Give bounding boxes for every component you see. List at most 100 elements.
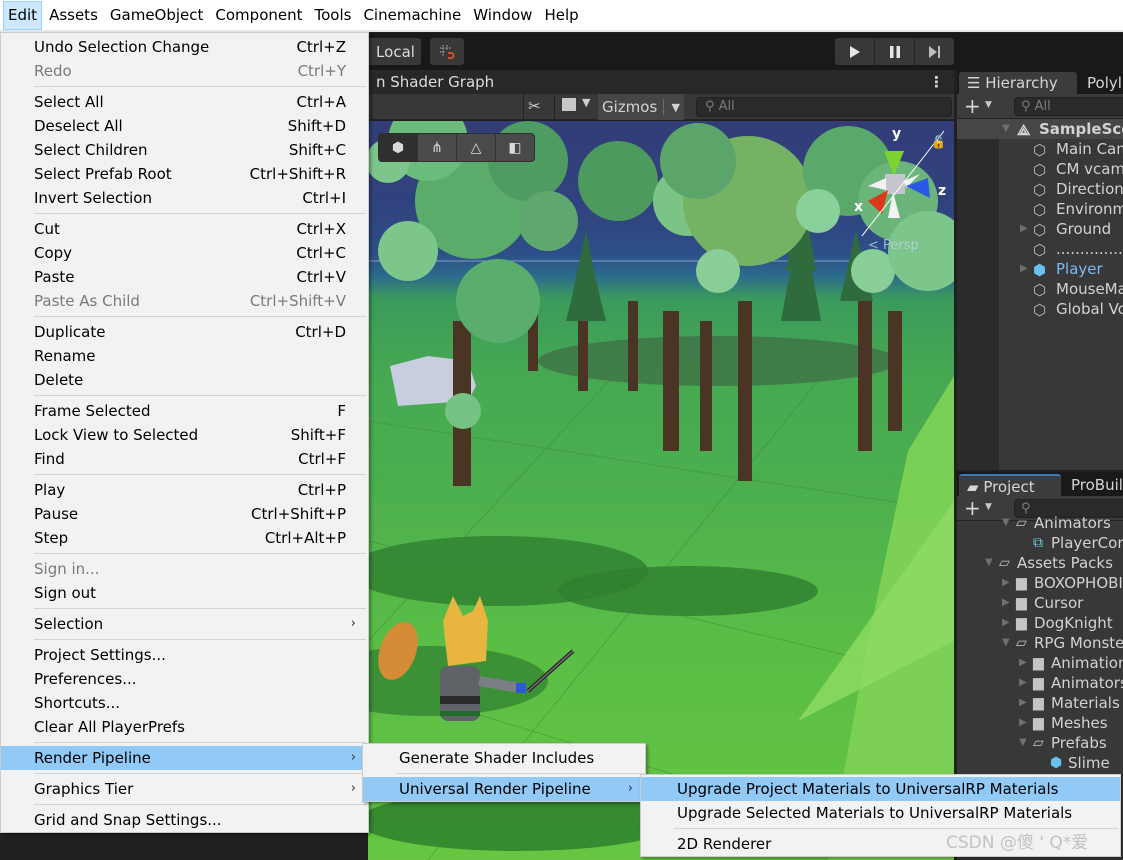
menu-item-copy[interactable]: Copy Ctrl+C — [1, 241, 368, 265]
pause-button[interactable] — [875, 38, 915, 65]
hierarchy-search-input[interactable]: ⚲ All — [1014, 97, 1123, 116]
menu-item-generate-shader-includes[interactable]: Generate Shader Includes — [363, 746, 645, 770]
projection-label[interactable]: < Persp — [868, 238, 919, 253]
expand-arrow-icon[interactable]: ▶ — [1002, 573, 1010, 593]
chevron-down-icon[interactable]: ▼ — [985, 100, 992, 110]
menu-item-lock-view-to-selected[interactable]: Lock View to Selected Shift+F — [1, 423, 368, 447]
menu-item-select-children[interactable]: Select Children Shift+C — [1, 138, 368, 162]
step-button[interactable] — [915, 38, 954, 65]
menu-assets[interactable]: Assets — [44, 1, 103, 30]
project-item[interactable]: ▶ ▆ Animators — [957, 673, 1123, 693]
expand-arrow-icon[interactable]: ▶ — [1002, 613, 1010, 633]
menu-item-duplicate[interactable]: Duplicate Ctrl+D — [1, 320, 368, 344]
tab-polybrush[interactable]: Polyl — [1079, 72, 1123, 94]
hierarchy-item[interactable]: ⬡ MouseMa — [957, 279, 1123, 299]
project-item[interactable]: ▼ ▱ Animators — [957, 513, 1123, 533]
menu-tools[interactable]: Tools — [310, 1, 357, 30]
more-options-icon[interactable]: ⋮ — [929, 70, 944, 94]
project-item[interactable]: ▶ ▆ Animation — [957, 653, 1123, 673]
lock-icon[interactable]: 🔓 — [931, 135, 946, 149]
scene-row[interactable]: ▼ ⟁ SampleSce — [957, 119, 1123, 139]
collapse-arrow-icon[interactable]: ▼ — [1002, 513, 1010, 533]
chevron-down-icon[interactable]: ▼ — [582, 96, 590, 109]
expand-arrow-icon[interactable]: ▶ — [1019, 713, 1027, 733]
gizmos-button[interactable]: Gizmos ▼ — [598, 94, 684, 120]
menu-item-select-prefab-root[interactable]: Select Prefab Root Ctrl+Shift+R — [1, 162, 368, 186]
shading-mode-button[interactable]: △ — [457, 134, 496, 161]
collapse-arrow-icon[interactable]: ▼ — [1019, 733, 1027, 753]
tab-project[interactable]: ▰ Project — [959, 474, 1061, 496]
menu-window[interactable]: Window — [468, 1, 537, 30]
menu-item-frame-selected[interactable]: Frame Selected F — [1, 399, 368, 423]
menu-item-grid-and-snap-settings[interactable]: Grid and Snap Settings... — [1, 808, 368, 832]
menu-gameobject[interactable]: GameObject — [105, 1, 209, 30]
expand-arrow-icon[interactable]: ▶ — [1019, 653, 1027, 673]
hierarchy-item[interactable]: ⬡ Main Cam — [957, 139, 1123, 159]
scene-search-input[interactable]: ⚲ All — [696, 97, 952, 117]
chevron-down-icon[interactable]: ▼ — [985, 502, 992, 512]
shaded-mode-button[interactable]: ⬢ — [379, 134, 418, 161]
menu-cinemachine[interactable]: Cinemachine — [358, 1, 466, 30]
project-item[interactable]: ▼ ▱ RPG Monste — [957, 633, 1123, 653]
scene-tools-icon[interactable]: ✂ — [528, 97, 541, 115]
menu-component[interactable]: Component — [210, 1, 307, 30]
menu-item-selection[interactable]: Selection › — [1, 612, 368, 636]
project-item[interactable]: ⬢ Slime — [957, 753, 1123, 773]
menu-item-deselect-all[interactable]: Deselect All Shift+D — [1, 114, 368, 138]
menu-item-upgrade-project-materials-to-universalrp-materials[interactable]: Upgrade Project Materials to UniversalRP… — [641, 777, 1120, 801]
menu-item-paste[interactable]: Paste Ctrl+V — [1, 265, 368, 289]
wireframe-mode-button[interactable]: ⋔ — [418, 134, 457, 161]
menu-edit[interactable]: Edit — [3, 0, 43, 30]
menu-item-find[interactable]: Find Ctrl+F — [1, 447, 368, 471]
expand-arrow-icon[interactable]: ▶ — [1002, 593, 1010, 613]
menu-item-undo-selection-change[interactable]: Undo Selection Change Ctrl+Z — [1, 35, 368, 59]
project-item[interactable]: ▶ ▆ BOXOPHOBI — [957, 573, 1123, 593]
hierarchy-item[interactable]: ▶ ⬡ Ground — [957, 219, 1123, 239]
project-item[interactable]: ▶ ▆ Meshes — [957, 713, 1123, 733]
hierarchy-item[interactable]: ▶ ⬢ Player — [957, 259, 1123, 279]
menu-item-render-pipeline[interactable]: Render Pipeline › — [1, 746, 368, 770]
tab-probuilder[interactable]: ProBuil — [1063, 474, 1123, 496]
menu-item-cut[interactable]: Cut Ctrl+X — [1, 217, 368, 241]
scene-tab-title[interactable]: n Shader Graph — [376, 70, 494, 94]
menu-item-invert-selection[interactable]: Invert Selection Ctrl+I — [1, 186, 368, 210]
menu-item-clear-all-playerprefs[interactable]: Clear All PlayerPrefs — [1, 715, 368, 739]
tab-hierarchy[interactable]: ☰ Hierarchy — [959, 72, 1077, 94]
menu-item-graphics-tier[interactable]: Graphics Tier › — [1, 777, 368, 801]
expand-arrow-icon[interactable]: ▶ — [1019, 673, 1027, 693]
chevron-down-icon[interactable]: ▼ — [672, 101, 680, 114]
expand-arrow-icon[interactable]: ▶ — [1020, 219, 1028, 239]
project-item[interactable]: ▶ ▆ Cursor — [957, 593, 1123, 613]
play-button[interactable] — [835, 38, 875, 65]
menu-item-step[interactable]: Step Ctrl+Alt+P — [1, 526, 368, 550]
collapse-arrow-icon[interactable]: ▼ — [1002, 633, 1010, 653]
menu-item-rename[interactable]: Rename — [1, 344, 368, 368]
hierarchy-item[interactable]: ⬡ Directiona — [957, 179, 1123, 199]
2d-mode-button[interactable]: ◧ — [496, 134, 534, 161]
menu-item-universal-render-pipeline[interactable]: Universal Render Pipeline › — [363, 777, 645, 801]
hierarchy-item[interactable]: ⬡............... — [957, 239, 1123, 259]
menu-item-shortcuts[interactable]: Shortcuts... — [1, 691, 368, 715]
expand-arrow-icon[interactable]: ▶ — [1019, 693, 1027, 713]
menu-item-select-all[interactable]: Select All Ctrl+A — [1, 90, 368, 114]
project-item[interactable]: ▶ ▆ Materials — [957, 693, 1123, 713]
menu-item-upgrade-selected-materials-to-universalrp-materials[interactable]: Upgrade Selected Materials to UniversalR… — [641, 801, 1120, 825]
project-item[interactable]: ▶ ▆ DogKnight — [957, 613, 1123, 633]
menu-item-project-settings[interactable]: Project Settings... — [1, 643, 368, 667]
add-object-button[interactable]: + — [964, 95, 981, 117]
menu-item-delete[interactable]: Delete — [1, 368, 368, 392]
camera-settings-icon[interactable] — [562, 98, 576, 111]
hierarchy-item[interactable]: ⬡ CM vcam — [957, 159, 1123, 179]
menu-item-pause[interactable]: Pause Ctrl+Shift+P — [1, 502, 368, 526]
menu-item-sign-out[interactable]: Sign out — [1, 581, 368, 605]
hierarchy-item[interactable]: ⬡ Global Vo — [957, 299, 1123, 319]
hierarchy-item[interactable]: ⬡ Environm — [957, 199, 1123, 219]
collapse-arrow-icon[interactable]: ▼ — [985, 553, 993, 573]
menu-item-play[interactable]: Play Ctrl+P — [1, 478, 368, 502]
menu-help[interactable]: Help — [539, 1, 583, 30]
grid-snap-button[interactable] — [430, 38, 464, 65]
project-item[interactable]: ▼ ▱ Prefabs — [957, 733, 1123, 753]
project-item[interactable]: ⧉ PlayerCor — [957, 533, 1123, 553]
project-item[interactable]: ▼ ▱ Assets Packs — [957, 553, 1123, 573]
expand-arrow-icon[interactable]: ▶ — [1020, 259, 1028, 279]
